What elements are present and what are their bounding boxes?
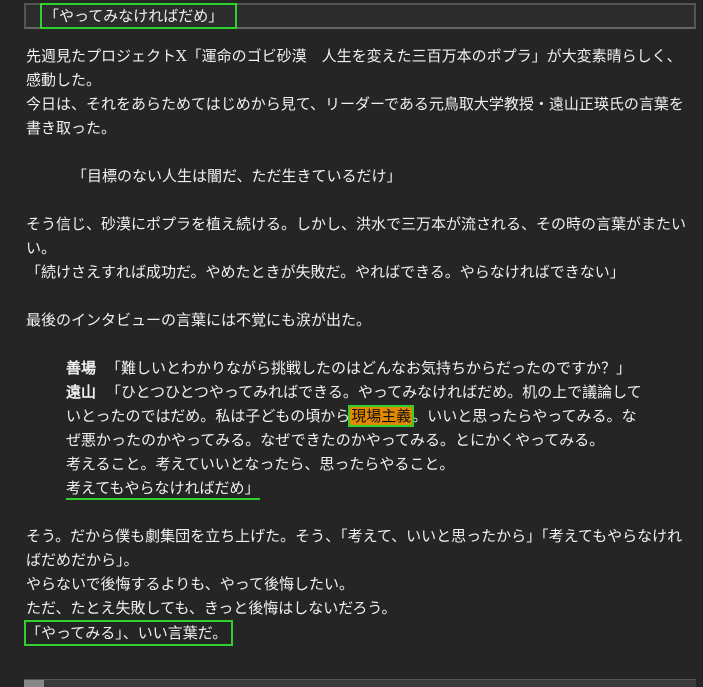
closing-highlight: 「やってみる」、いい言葉だ。 (24, 620, 234, 646)
paragraph-today: 今日は、それをあらためてはじめから見て、リーダーである元鳥取大学教授・遠山正瑛氏… (26, 95, 684, 137)
speaker-name: 善場 (66, 359, 97, 377)
dialog-answer: 遠山 「ひとつひとつやってみればできる。やってみなければだめ。机の上で議論していと… (66, 380, 642, 452)
paragraph-interview: 最後のインタビューの言葉には不覚にも涙が出た。 (26, 311, 372, 329)
quote-continue: 「続けさえすれば成功だ。やめたときが失敗だ。やればできる。やらなければできない」 (26, 263, 625, 281)
article-body: 先週見たプロジェクトX「運命のゴビ砂漠 人生を変えた三百万本のポプラ」が大変素晴… (24, 44, 694, 646)
paragraph-regret: やらないで後悔するよりも、やって後悔したい。 (26, 575, 355, 593)
interview-dialog: 善場 「難しいとわかりながら挑戦したのはどんなお気持ちからだったのですか？」 遠山… (26, 356, 642, 500)
paragraph-failure: ただ、たとえ失敗しても、きっと後悔はしないだろう。 (26, 599, 397, 617)
speaker-name: 遠山 (66, 383, 97, 401)
highlight-genba: 現場主義 (348, 405, 415, 427)
quote-goal: 「目標のない人生は闇だ、ただ生きているだけ」 (72, 167, 402, 185)
dialog-answer-cont: 考えること。考えていいとなったら、思ったらやること。考えてもやらなければだめ」 (66, 452, 642, 500)
page-title: 「やってみなければだめ」 (40, 3, 238, 29)
dialog-text: 考えること。考えていいとなったら、思ったらやること。 (66, 455, 455, 473)
closing-line: 「やってみる」、いい言葉だ。 (24, 620, 694, 646)
paragraph-intro: 先週見たプロジェクトX「運命のゴビ砂漠 人生を変えた三百万本のポプラ」が大変素晴… (26, 47, 682, 89)
dialog-text: 「難しいとわかりながら挑戦したのはどんなお気持ちからだったのですか？」 (106, 359, 632, 377)
underline-highlight: 考えてもやらなければだめ」 (66, 479, 260, 500)
paragraph-troupe: そう。だから僕も劇集団を立ち上げた。そう、「考えて、いいと思ったから」「考えても… (26, 527, 683, 569)
dialog-question: 善場 「難しいとわかりながら挑戦したのはどんなお気持ちからだったのですか？」 (66, 356, 642, 380)
title-bar: 「やってみなければだめ」 (24, 3, 696, 29)
paragraph-flood: そう信じ、砂漠にポプラを植え続ける。しかし、洪水で三万本が流される、その時の言葉… (26, 215, 687, 257)
